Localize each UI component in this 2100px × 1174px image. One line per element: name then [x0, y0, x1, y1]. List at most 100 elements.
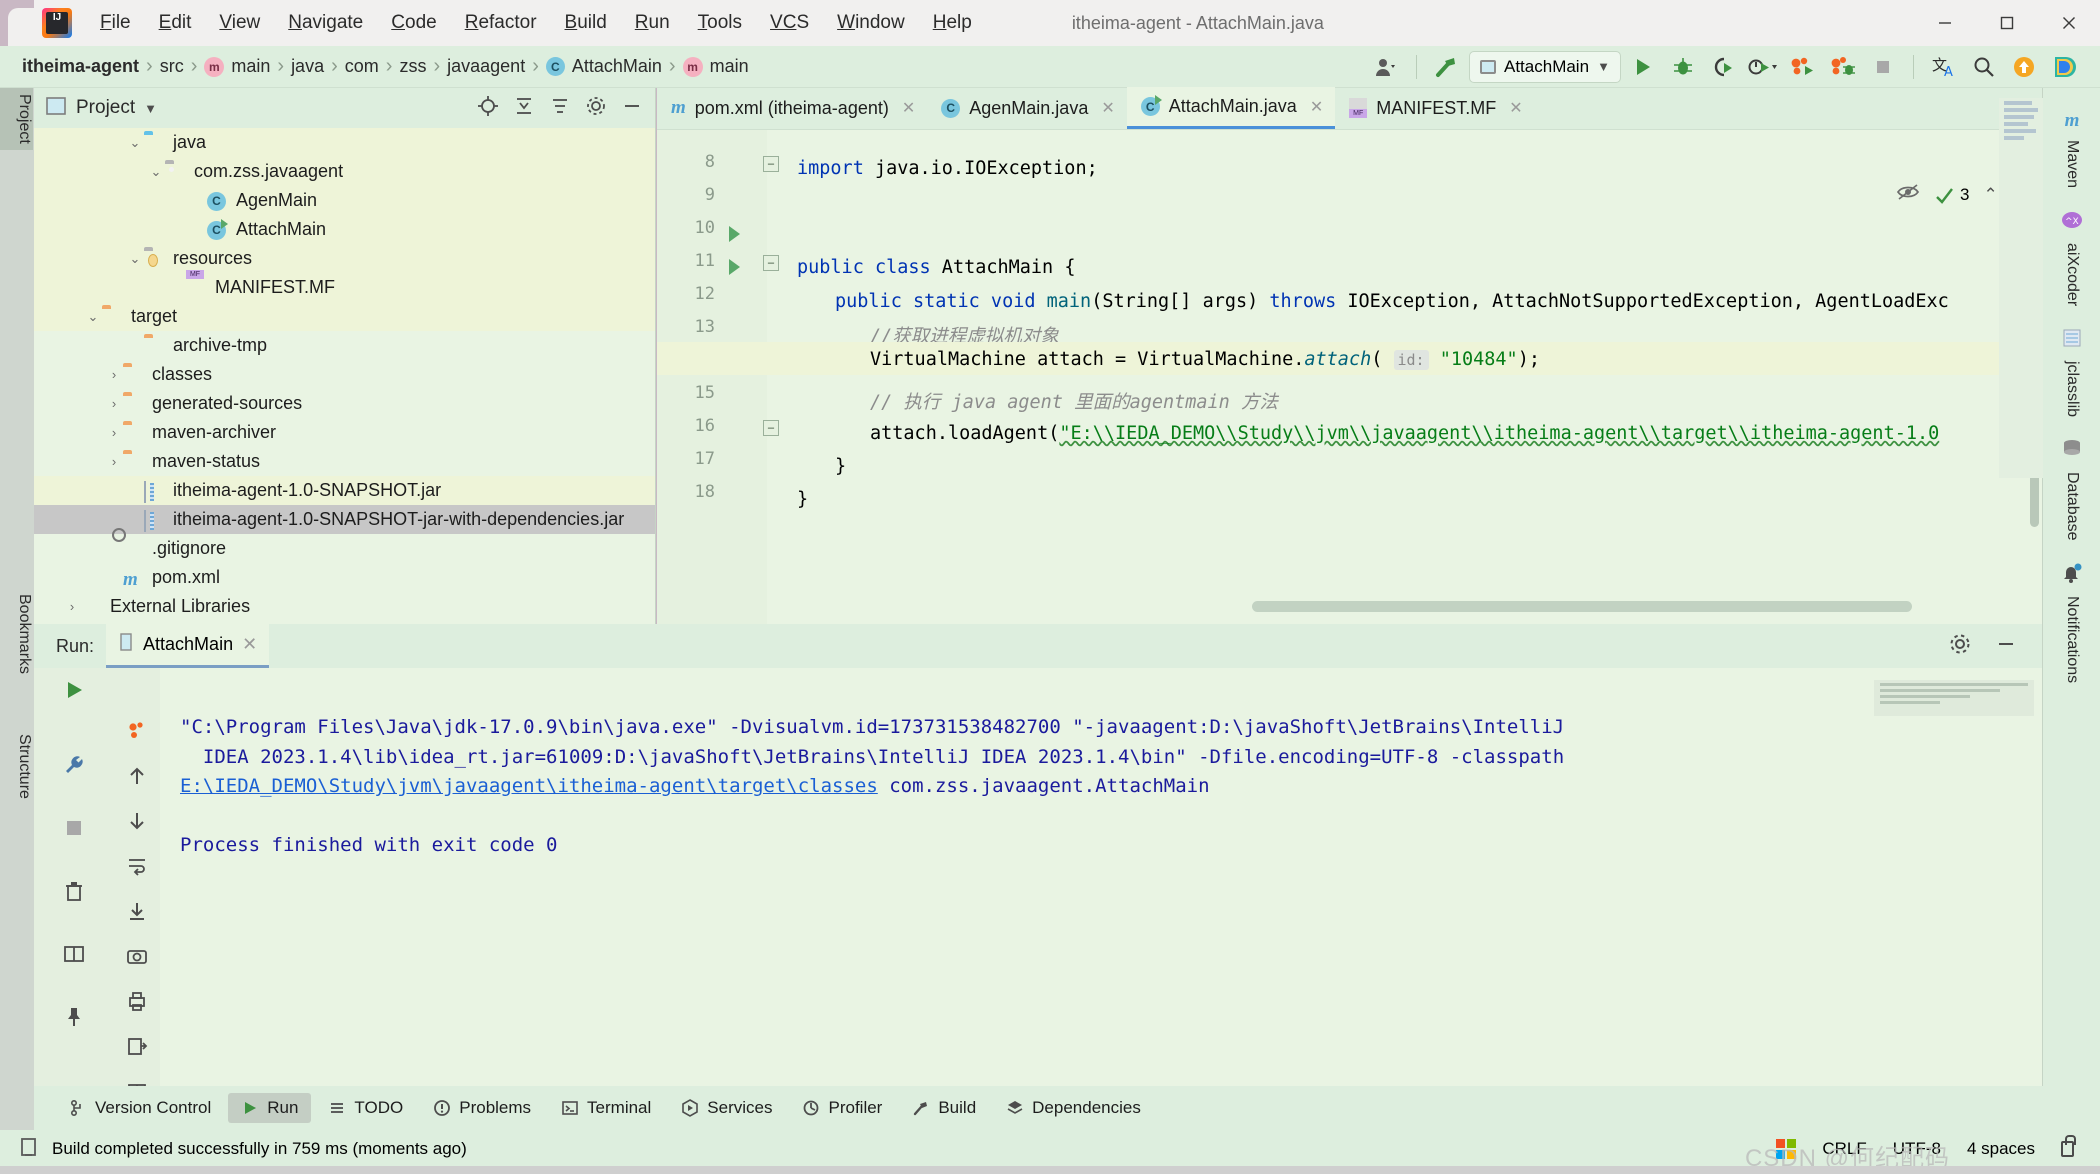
console-output[interactable]: "C:\Program Files\Java\jdk-17.0.9\bin\ja…	[160, 668, 2042, 1086]
ai-assistant-icon[interactable]	[2046, 51, 2082, 83]
locate-icon[interactable]	[477, 95, 499, 122]
tree-node[interactable]: ›maven-status	[34, 447, 655, 476]
breadcrumb-item-com[interactable]: com	[345, 56, 379, 77]
breadcrumb-item-main[interactable]: mmain	[683, 56, 749, 77]
tree-node[interactable]: ⌄java	[34, 128, 655, 157]
stop-icon[interactable]	[62, 816, 86, 845]
export-icon[interactable]	[126, 1035, 148, 1062]
debug-button[interactable]	[1665, 51, 1701, 83]
gear-icon[interactable]	[585, 95, 607, 122]
tree-expand-arrow[interactable]: ›	[105, 396, 123, 411]
menu-item-file[interactable]: File	[86, 8, 145, 38]
tree-expand-arrow[interactable]: ⌄	[84, 309, 102, 325]
wrench-icon[interactable]	[62, 753, 86, 782]
sidebar-item-database[interactable]: Database	[2043, 431, 2100, 541]
project-tree[interactable]: ⌄java⌄com.zss.javaagentCAgenMainCAttachM…	[34, 128, 655, 624]
sidebar-item-jclasslib[interactable]: jclasslib	[2043, 320, 2100, 417]
collapse-all-icon[interactable]	[513, 95, 535, 122]
sidebar-item-aixcoder[interactable]: ^X aiXcoder	[2043, 202, 2100, 306]
build-hammer-icon[interactable]	[1429, 51, 1465, 83]
sidebar-item-maven[interactable]: m Maven	[2043, 102, 2100, 188]
tree-expand-arrow[interactable]: ⌄	[126, 135, 144, 151]
breadcrumb-item-zss[interactable]: zss	[399, 56, 426, 77]
indent-status[interactable]: 4 spaces	[1967, 1139, 2035, 1159]
console-minimap[interactable]	[1874, 680, 2034, 716]
soft-wrap-icon[interactable]	[126, 855, 148, 882]
close-button[interactable]	[2038, 0, 2100, 46]
run-settings-icon[interactable]	[1948, 632, 1972, 661]
code-fold-toggle[interactable]: −	[763, 255, 779, 271]
tool-window-profiler[interactable]: Profiler	[789, 1093, 895, 1123]
console-classpath-link[interactable]: E:\IEDA_DEMO\Study\jvm\javaagent\itheima…	[180, 775, 878, 797]
tree-expand-arrow[interactable]: ›	[63, 599, 81, 614]
lock-icon[interactable]	[2061, 1141, 2074, 1157]
menu-item-edit[interactable]: Edit	[145, 8, 206, 38]
sidebar-item-bookmarks[interactable]: Bookmarks	[0, 588, 33, 680]
down-arrow-icon[interactable]	[126, 810, 148, 837]
menu-item-window[interactable]: Window	[823, 8, 919, 38]
expand-all-icon[interactable]	[549, 95, 571, 122]
search-icon[interactable]	[1966, 51, 2002, 83]
menu-item-vcs[interactable]: VCS	[756, 8, 823, 38]
tree-node[interactable]: ⌄resources	[34, 244, 655, 273]
menu-item-navigate[interactable]: Navigate	[274, 8, 377, 38]
profile-button[interactable]	[1745, 51, 1781, 83]
tree-node[interactable]: itheima-agent-1.0-SNAPSHOT-jar-with-depe…	[34, 505, 655, 534]
sidebar-item-structure[interactable]: Structure	[0, 728, 33, 805]
tool-window-run[interactable]: Run	[228, 1093, 311, 1123]
editor-tab-agenmain-java[interactable]: CAgenMain.java✕	[927, 87, 1126, 129]
tree-node[interactable]: mpom.xml	[34, 563, 655, 592]
translate-icon[interactable]: 文 A	[1926, 51, 1962, 83]
stop-button[interactable]	[1865, 51, 1901, 83]
breadcrumb-item-main[interactable]: mmain	[204, 56, 270, 77]
tree-node[interactable]: ⌄target	[34, 302, 655, 331]
tool-window-version-control[interactable]: Version Control	[56, 1093, 224, 1123]
menu-item-refactor[interactable]: Refactor	[451, 8, 551, 38]
tree-node[interactable]: CAttachMain	[34, 215, 655, 244]
breadcrumb-item-itheima-agent[interactable]: itheima-agent	[22, 56, 139, 77]
chevron-down-icon[interactable]: ▼	[144, 101, 157, 116]
attach-profiler-icon[interactable]	[1785, 51, 1821, 83]
tree-expand-arrow[interactable]: ⌄	[126, 251, 144, 267]
tree-node[interactable]: MANIFEST.MF	[34, 273, 655, 302]
hide-panel-icon[interactable]	[621, 95, 643, 122]
up-arrow-icon[interactable]	[126, 765, 148, 792]
run-button[interactable]	[1625, 51, 1661, 83]
maximize-button[interactable]	[1976, 0, 2038, 46]
menu-item-help[interactable]: Help	[919, 8, 986, 38]
editor-tab-attachmain-java[interactable]: CAttachMain.java✕	[1127, 87, 1335, 129]
tree-expand-arrow[interactable]: ›	[105, 454, 123, 469]
tree-node[interactable]: ›maven-archiver	[34, 418, 655, 447]
update-icon[interactable]	[2006, 51, 2042, 83]
editor-horizontal-scrollbar[interactable]	[1252, 601, 1912, 612]
attach-debug-icon[interactable]	[126, 720, 148, 747]
scroll-to-end-icon[interactable]	[126, 900, 148, 927]
tool-window-todo[interactable]: TODO	[315, 1093, 416, 1123]
tool-window-dependencies[interactable]: Dependencies	[993, 1093, 1154, 1123]
tree-node[interactable]: itheima-agent-1.0-SNAPSHOT.jar	[34, 476, 655, 505]
gutter-run-icon[interactable]	[729, 226, 740, 242]
tool-window-services[interactable]: Services	[668, 1093, 785, 1123]
run-configuration-selector[interactable]: AttachMain ▼	[1469, 51, 1621, 83]
tree-expand-arrow[interactable]: ›	[105, 367, 123, 382]
pin-icon[interactable]	[62, 1005, 86, 1034]
camera-icon[interactable]	[126, 945, 148, 972]
tab-close-icon[interactable]: ✕	[1310, 97, 1323, 117]
sidebar-item-project[interactable]: Project	[0, 88, 33, 150]
tree-node[interactable]: ›classes	[34, 360, 655, 389]
breadcrumb-item-attachmain[interactable]: CAttachMain	[546, 56, 662, 77]
tree-node[interactable]: CAgenMain	[34, 186, 655, 215]
minimize-button[interactable]	[1914, 0, 1976, 46]
run-tab-close-icon[interactable]: ✕	[242, 634, 257, 655]
attach-debug-icon[interactable]	[1825, 51, 1861, 83]
run-minimize-icon[interactable]	[1994, 632, 2018, 661]
layout-icon[interactable]	[62, 942, 86, 971]
gutter-run-icon[interactable]	[729, 259, 740, 275]
breadcrumb-item-src[interactable]: src	[160, 56, 184, 77]
breadcrumb-item-java[interactable]: java	[291, 56, 324, 77]
menu-item-code[interactable]: Code	[377, 8, 450, 38]
tab-close-icon[interactable]: ✕	[1509, 98, 1522, 118]
tab-close-icon[interactable]: ✕	[902, 98, 915, 118]
print-icon[interactable]	[126, 990, 148, 1017]
tab-close-icon[interactable]: ✕	[1101, 98, 1114, 118]
